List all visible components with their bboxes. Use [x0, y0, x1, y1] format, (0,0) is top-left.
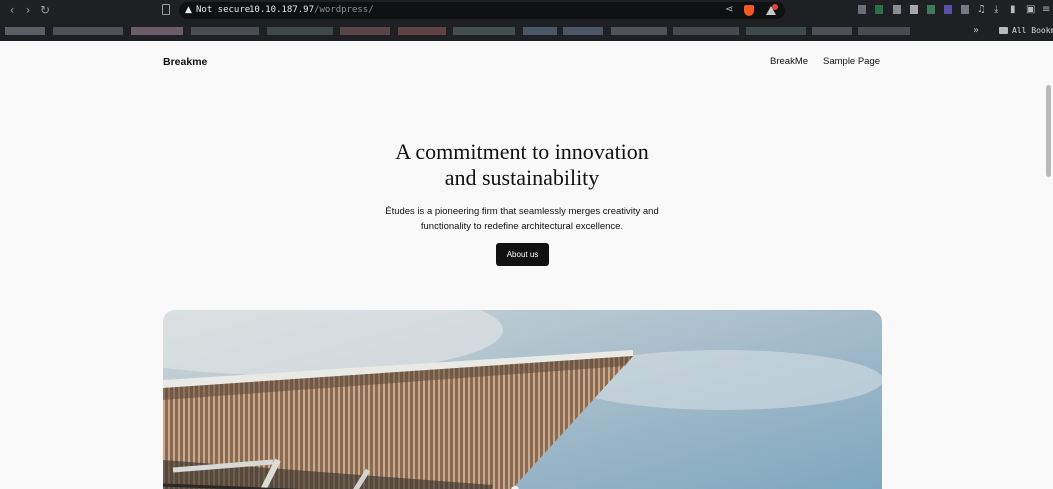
architecture-photo	[163, 310, 882, 489]
bookmark-item[interactable]	[191, 27, 259, 35]
bookmark-item[interactable]	[5, 27, 45, 35]
bookmark-icon[interactable]	[162, 4, 170, 15]
hero-title: A commitment to innovation and sustainab…	[322, 139, 722, 191]
url-host: 10.10.187.97	[249, 5, 315, 15]
bookmark-item[interactable]	[611, 27, 667, 35]
chevron-right-icon[interactable]: »	[973, 25, 979, 36]
warning-icon[interactable]: ▲	[185, 5, 192, 16]
hero-title-line: and sustainability	[444, 165, 600, 190]
forward-icon[interactable]: ›	[21, 3, 35, 17]
extension-icon[interactable]	[875, 5, 883, 14]
bookmark-item[interactable]	[267, 27, 333, 35]
bookmark-item[interactable]	[563, 27, 603, 35]
nav-link-sample-page[interactable]: Sample Page	[823, 56, 880, 67]
bookmark-item[interactable]	[673, 27, 739, 35]
extensions-icon[interactable]	[961, 5, 969, 14]
browser-chrome: ‹ › ↻ ▲ Not secure 10.10.187.97/wordpres…	[0, 0, 1053, 41]
hero-description-line: Études is a pioneering firm that seamles…	[385, 206, 659, 217]
bookmark-item[interactable]	[523, 27, 557, 35]
extension-icon[interactable]	[927, 5, 935, 14]
bookmark-item[interactable]	[53, 27, 123, 35]
hero-description-line: functionality to redefine architectural …	[420, 221, 624, 232]
url-path: /wordpress/	[314, 5, 374, 15]
menu-icon[interactable]: ≡	[1042, 3, 1050, 17]
bookmark-item[interactable]	[858, 27, 910, 35]
security-label[interactable]: Not secure	[196, 5, 250, 16]
hero-description: Études is a pioneering firm that seamles…	[322, 204, 722, 234]
nav-link-breakme[interactable]: BreakMe	[770, 56, 808, 67]
url-text[interactable]: 10.10.187.97/wordpress/	[249, 5, 374, 16]
hero-title-line: A commitment to innovation	[395, 139, 649, 164]
wallet-icon[interactable]: ▣	[1026, 3, 1035, 17]
web-page: Breakme BreakMe Sample Page A commitment…	[0, 41, 1053, 489]
share-icon[interactable]: ⋖	[725, 4, 733, 15]
extension-icon[interactable]	[893, 5, 901, 14]
back-icon[interactable]: ‹	[5, 3, 19, 17]
bookmark-item[interactable]	[131, 27, 183, 35]
page-scrollbar[interactable]	[1046, 85, 1051, 177]
notification-badge	[772, 4, 778, 10]
hero-image	[163, 310, 882, 489]
bookmark-item[interactable]	[812, 27, 852, 35]
address-bar[interactable]: ▲ Not secure 10.10.187.97/wordpress/ ⋖	[179, 2, 785, 19]
media-icon[interactable]: ♫	[977, 3, 986, 17]
extension-icon[interactable]	[910, 5, 918, 14]
site-title[interactable]: Breakme	[163, 56, 207, 68]
about-us-button[interactable]: About us	[496, 243, 549, 266]
bookmark-item[interactable]	[398, 27, 446, 35]
folder-icon	[999, 27, 1008, 34]
downloads-icon[interactable]: ⤓	[994, 3, 998, 17]
extension-icon[interactable]	[944, 5, 952, 14]
brave-shields-icon[interactable]	[744, 5, 754, 16]
extension-icon[interactable]	[858, 5, 866, 14]
bookmark-item[interactable]	[453, 27, 515, 35]
bookmark-item[interactable]	[746, 27, 806, 35]
reload-icon[interactable]: ↻	[38, 3, 52, 17]
bookmarks-bar: » All Bookma	[0, 22, 1053, 40]
all-bookmarks-label[interactable]: All Bookma	[1012, 26, 1053, 35]
bookmark-item[interactable]	[340, 27, 390, 35]
sidebar-icon[interactable]: ▮	[1010, 3, 1016, 17]
browser-toolbar: ‹ › ↻ ▲ Not secure 10.10.187.97/wordpres…	[0, 0, 1053, 21]
